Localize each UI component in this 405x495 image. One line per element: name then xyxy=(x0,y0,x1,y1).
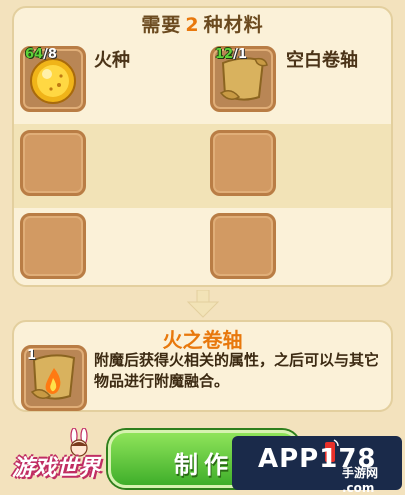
material-quantity: 12/1 xyxy=(215,47,247,62)
app178-logo-sub: 手游网 .com xyxy=(342,466,379,495)
empty-material-slot[interactable] xyxy=(210,130,276,196)
material-name: 火种 xyxy=(94,50,130,71)
game-world-logo: 游戏世界 xyxy=(4,428,104,490)
material-count: 2 xyxy=(185,14,200,36)
material-name: 空白卷轴 xyxy=(286,50,358,71)
empty-material-slot[interactable] xyxy=(20,130,86,196)
result-item-slot[interactable]: 1 xyxy=(21,345,87,411)
app178-logo: APP178 手游网 .com xyxy=(232,436,402,495)
result-description: 附魔后获得火相关的属性，之后可以与其它物品进行附魔融合。 xyxy=(94,351,380,390)
arrow-down-icon xyxy=(186,290,220,318)
game-world-logo-text: 游戏世界 xyxy=(12,456,101,481)
material-quantity: 64/8 xyxy=(25,47,57,62)
materials-panel: 需要 2 种材料 64/8 火种 12/1 空白卷轴 xyxy=(12,6,393,287)
empty-material-slot[interactable] xyxy=(20,213,86,279)
result-quantity: 1 xyxy=(27,348,37,363)
material-slot-blank-scroll[interactable]: 12/1 xyxy=(210,46,276,112)
result-panel: 火之卷轴 1 附魔后获得火相关的属性，之后可以与其它物品进行附魔融合。 xyxy=(12,320,393,412)
header-suffix: 种材料 xyxy=(203,14,264,36)
materials-header: 需要 2 种材料 xyxy=(14,10,391,37)
empty-material-slot[interactable] xyxy=(210,213,276,279)
header-prefix: 需要 xyxy=(141,14,182,36)
material-slot-fire-seed[interactable]: 64/8 xyxy=(20,46,86,112)
